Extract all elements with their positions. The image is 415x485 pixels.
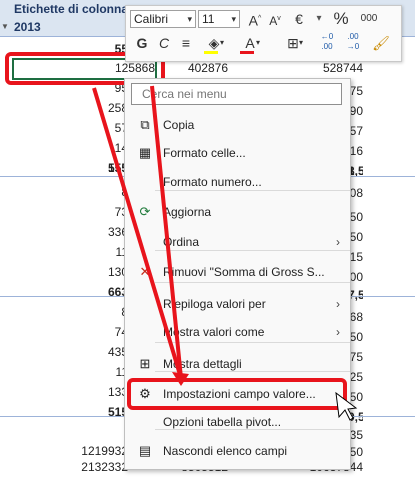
arrow-overlay	[92, 85, 358, 421]
mouse-cursor-icon	[335, 391, 358, 421]
